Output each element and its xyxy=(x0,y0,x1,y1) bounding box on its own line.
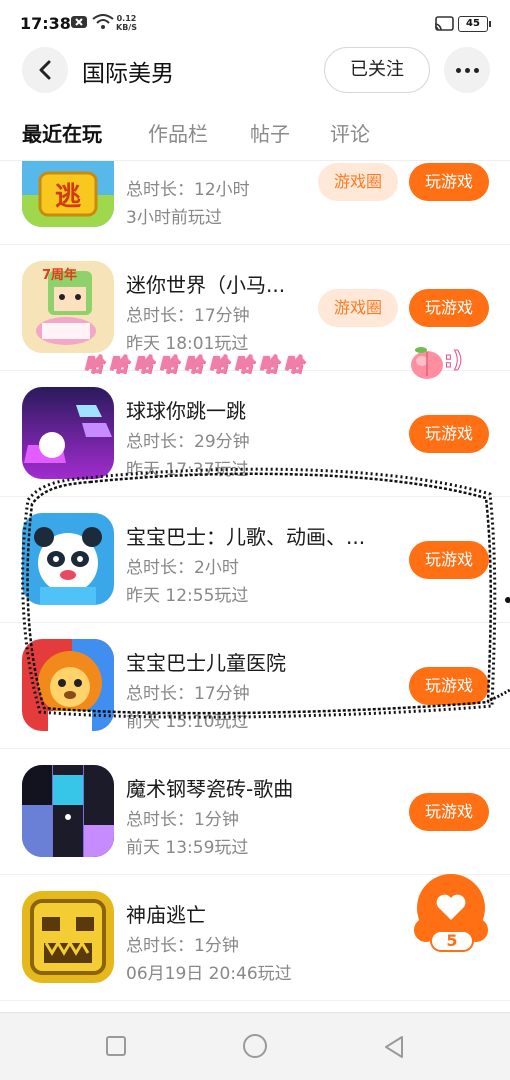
net-speed: 0.12 KB/S xyxy=(116,14,137,32)
system-nav-bar xyxy=(0,1012,510,1080)
mini-world-icon: 7周年 xyxy=(22,261,114,353)
smiley-sticker: :) xyxy=(444,348,464,374)
header: 国际美男 已关注 xyxy=(0,42,510,98)
more-button[interactable] xyxy=(444,47,490,93)
recent-apps-button[interactable] xyxy=(105,1035,127,1057)
game-duration: 总时长：1分钟 xyxy=(126,936,239,956)
battery-indicator: 45 xyxy=(458,16,491,32)
peach-icon xyxy=(411,347,443,379)
game-last-played: 3小时前玩过 xyxy=(126,208,222,228)
play-game-button[interactable]: 玩游戏 xyxy=(409,415,489,453)
scribble-annotation xyxy=(21,467,510,719)
profile-tabs: 最近在玩 作品栏 帖子 评论 xyxy=(0,112,510,154)
game-name: 魔术钢琴瓷砖-歌曲 xyxy=(126,777,294,801)
back-nav-button[interactable] xyxy=(383,1035,405,1059)
game-row[interactable]: 逃 总时长：12小时 3小时前玩过 游戏圈 玩游戏 xyxy=(0,161,510,245)
play-game-button[interactable]: 玩游戏 xyxy=(409,289,489,327)
game-last-played: 06月19日 20:46玩过 xyxy=(126,964,292,984)
notification-icon xyxy=(71,16,87,28)
more-dot-icon xyxy=(473,67,479,73)
piano-tiles-icon xyxy=(22,765,114,857)
tab-works[interactable]: 作品栏 xyxy=(148,118,208,147)
escape-icon-text: 逃 xyxy=(55,182,81,212)
wifi-icon xyxy=(92,14,114,29)
home-button[interactable] xyxy=(242,1033,268,1059)
tab-posts[interactable]: 帖子 xyxy=(250,118,290,147)
game-row[interactable]: 魔术钢琴瓷砖-歌曲 总时长：1分钟 前天 13:59玩过 玩游戏 xyxy=(0,749,510,875)
game-duration: 总时长：17分钟 xyxy=(126,306,250,326)
game-duration: 总时长：12小时 xyxy=(126,180,250,200)
play-game-button[interactable]: 玩游戏 xyxy=(409,163,489,201)
play-game-button[interactable]: 玩游戏 xyxy=(409,793,489,831)
more-dot-icon xyxy=(455,67,461,73)
game-last-played: 前天 13:59玩过 xyxy=(126,838,249,858)
status-bar: 17:38 0.12 KB/S 45 xyxy=(0,0,510,40)
like-count: 5 xyxy=(430,930,474,952)
page-title: 国际美男 xyxy=(82,61,174,87)
cast-icon xyxy=(434,16,454,31)
status-time: 17:38 xyxy=(20,14,71,33)
game-duration: 总时长：1分钟 xyxy=(126,810,239,830)
game-duration: 总时长：29分钟 xyxy=(126,432,250,452)
game-circle-button[interactable]: 游戏圈 xyxy=(318,289,398,327)
tab-recent-played[interactable]: 最近在玩 xyxy=(22,118,102,147)
game-row[interactable] xyxy=(0,1001,510,1012)
back-arrow-icon xyxy=(39,60,51,80)
more-dot-icon xyxy=(464,67,470,73)
tab-comments[interactable]: 评论 xyxy=(330,118,370,147)
escape-game-icon: 逃 xyxy=(22,161,114,227)
game-circle-button[interactable]: 游戏圈 xyxy=(318,163,398,201)
haha-sticker-text: 哈哈哈哈哈哈哈哈哈 xyxy=(83,354,310,377)
game-name: 球球你跳一跳 xyxy=(126,399,246,423)
back-button[interactable] xyxy=(22,47,68,93)
temple-run-icon xyxy=(22,891,114,983)
anniversary-badge: 7周年 xyxy=(42,267,77,283)
game-name: 神庙逃亡 xyxy=(126,903,206,927)
follow-button[interactable]: 已关注 xyxy=(324,47,430,93)
